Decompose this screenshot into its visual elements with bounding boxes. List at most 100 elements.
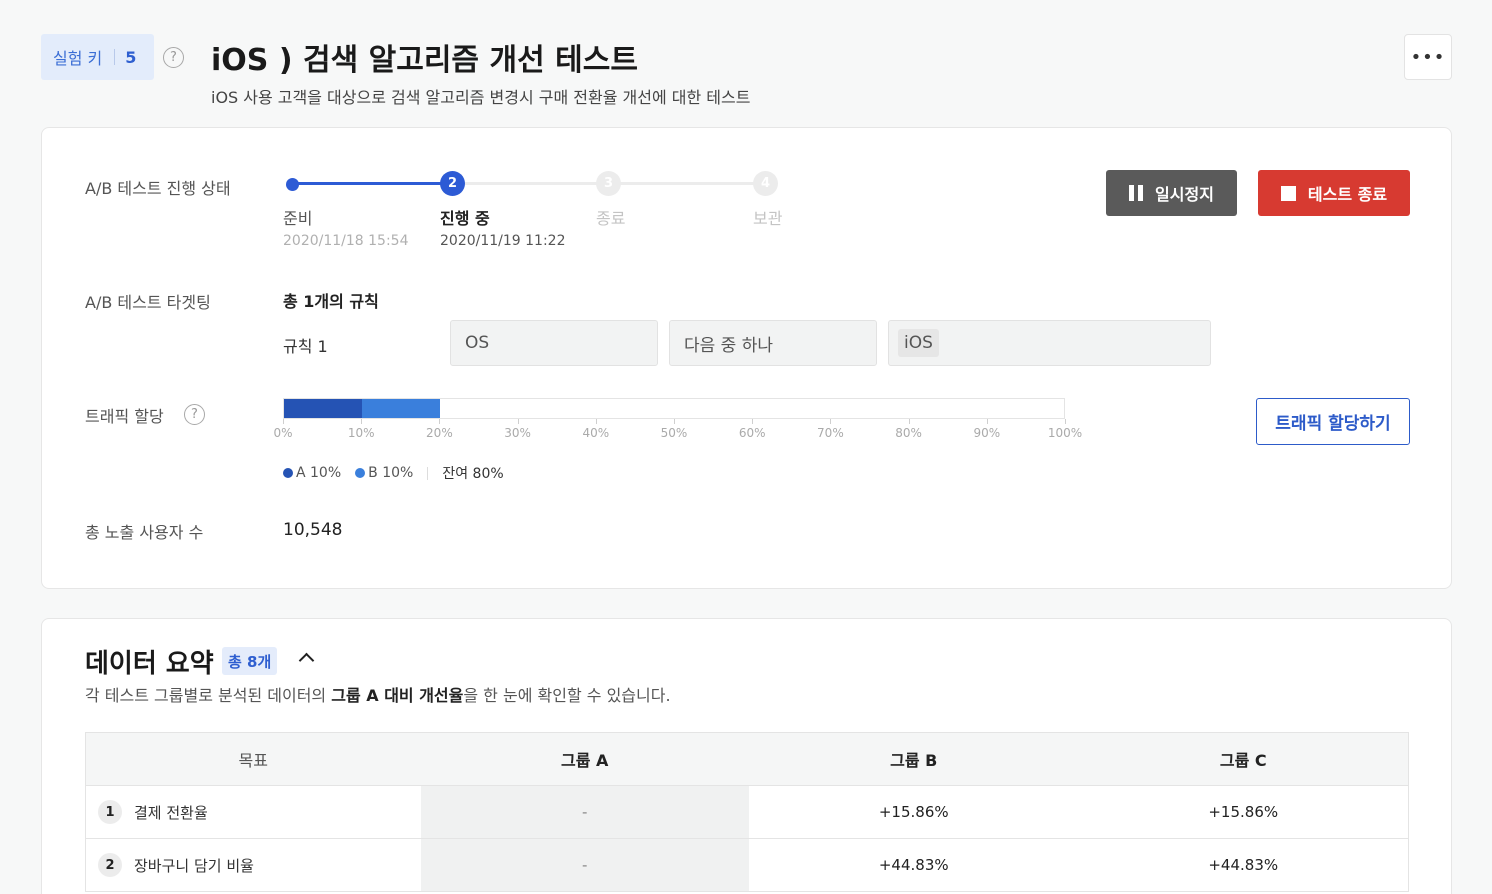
step-name: 진행 중 — [440, 209, 490, 228]
step-name: 종료 — [596, 209, 626, 228]
step-dot-done — [286, 178, 299, 191]
desc-text: 각 테스트 그룹별로 분석된 데이터의 — [85, 686, 332, 705]
tick-mark — [595, 419, 597, 424]
tick-label: 40% — [582, 426, 610, 440]
tick-label: 90% — [973, 426, 1001, 440]
group-c-cell: +44.83% — [1208, 856, 1279, 874]
traffic-label: 트래픽 할당 — [85, 407, 164, 426]
traffic-legend: A 10% B 10% 잔여 80% — [283, 463, 504, 483]
exposure-label: 총 노출 사용자 수 — [85, 523, 204, 542]
legend-b-text: B 10% — [368, 465, 414, 481]
column-header: 목표 — [238, 751, 268, 770]
tick-label: 0% — [273, 426, 293, 440]
end-test-label: 테스트 종료 — [1307, 185, 1388, 204]
traffic-axis: 0% 10% 20% 30% 40% 50% 60% 70% 80% 90% 100% — [273, 419, 1082, 449]
step-date: 2020/11/18 15:54 — [283, 233, 409, 249]
pause-button[interactable]: 일시정지 — [1106, 170, 1237, 216]
rule-label: 규칙 1 — [283, 337, 328, 356]
section-title: 데이터 요약 — [85, 649, 214, 679]
legend-remaining-text: 잔여 80% — [442, 466, 504, 482]
exposure-value: 10,548 — [283, 520, 343, 540]
column-header: 그룹 B — [890, 751, 938, 770]
tick-label: 80% — [895, 426, 922, 440]
desc-bold-text: 그룹 A 대비 개선율 — [331, 686, 464, 705]
rule-field-value: OS — [465, 333, 490, 353]
goal-name: 결제 전환율 — [134, 803, 208, 822]
step-dot-pending: 3 — [596, 171, 621, 196]
rule-field-select[interactable]: OS — [450, 320, 658, 366]
column-header: 그룹 C — [1219, 751, 1267, 770]
divider — [114, 49, 116, 65]
tick-label: 100% — [1047, 426, 1083, 440]
targeting-summary: 총 1개의 규칙 — [283, 292, 379, 311]
goal-cell: 1 결제 전환율 — [86, 786, 421, 838]
table-row[interactable]: 1 결제 전환율 - +15.86% +15.86% — [86, 786, 1408, 839]
more-options-button[interactable]: ••• — [1404, 34, 1452, 80]
help-icon[interactable]: ? — [184, 404, 205, 425]
step-dot-current: 2 — [440, 171, 465, 196]
goal-name: 장바구니 담기 비율 — [134, 856, 254, 875]
rule-operator-select[interactable]: 다음 중 하나 — [669, 320, 877, 366]
tick-mark — [283, 419, 284, 424]
goal-number: 1 — [98, 800, 122, 824]
pause-icon — [1129, 185, 1144, 201]
tick-label: 70% — [817, 426, 844, 440]
group-b-cell: +15.86% — [878, 803, 949, 821]
column-header: 그룹 A — [561, 751, 609, 770]
chevron-up-icon[interactable] — [298, 652, 315, 669]
legend-dot-b — [355, 468, 366, 478]
progress-stepper: 2 3 4 준비 2020/11/18 15:54 진행 중 2020/11/1… — [283, 171, 883, 261]
rule-operator-value: 다음 중 하나 — [684, 335, 774, 356]
rule-value-input[interactable]: iOS — [888, 320, 1211, 366]
end-test-button[interactable]: 테스트 종료 — [1258, 170, 1410, 216]
goal-cell: 2 장바구니 담기 비율 — [86, 839, 421, 891]
tick-mark — [752, 419, 754, 424]
group-a-cell: - — [420, 839, 749, 891]
experiment-key-badge: 실험 키 5 — [41, 34, 154, 80]
tick-label: 20% — [426, 426, 453, 440]
tick-mark — [908, 419, 910, 424]
legend-dot-a — [283, 468, 293, 478]
experiment-key-value: 5 — [125, 47, 137, 67]
tick-mark — [830, 419, 832, 424]
count-badge: 총 8개 — [222, 647, 278, 675]
tick-mark — [517, 419, 519, 424]
step-name: 보관 — [753, 209, 783, 228]
rule-value-chip: iOS — [898, 329, 939, 357]
traffic-segment-a — [284, 399, 362, 418]
tick-label: 50% — [660, 426, 688, 440]
page-subtitle: iOS 사용 고객을 대상으로 검색 알고리즘 변경시 구매 전환율 개선에 대… — [211, 88, 751, 107]
tick-label: 30% — [504, 426, 531, 440]
desc-text: 을 한 눈에 확인할 수 있습니다. — [463, 686, 671, 705]
group-c-cell: +15.86% — [1208, 803, 1279, 821]
allocate-traffic-button[interactable]: 트래픽 할당하기 — [1256, 398, 1410, 445]
more-icon: ••• — [1410, 46, 1446, 68]
tick-mark — [361, 419, 363, 424]
page-title: iOS ) 검색 알고리즘 개선 테스트 — [211, 43, 638, 78]
status-label: A/B 테스트 진행 상태 — [85, 179, 231, 198]
page-header: 실험 키 5 ? iOS ) 검색 알고리즘 개선 테스트 iOS 사용 고객을… — [41, 34, 1452, 114]
step-date: 2020/11/19 11:22 — [440, 233, 566, 249]
stop-icon — [1280, 185, 1296, 201]
data-summary-card: 데이터 요약 총 8개 각 테스트 그룹별로 분석된 데이터의 그룹 A 대비 … — [41, 618, 1452, 894]
legend-a-text: A 10% — [296, 465, 342, 481]
traffic-segment-b — [362, 399, 440, 418]
table-header-row: 목표 그룹 A 그룹 B 그룹 C — [86, 733, 1408, 786]
section-description: 각 테스트 그룹별로 분석된 데이터의 그룹 A 대비 개선율을 한 눈에 확인… — [85, 682, 671, 706]
step-name: 준비 — [283, 209, 313, 228]
goal-number: 2 — [98, 853, 122, 877]
step-dot-pending: 4 — [753, 171, 778, 196]
tick-mark — [439, 419, 441, 424]
tick-label: 10% — [347, 426, 375, 440]
divider — [427, 466, 429, 480]
group-b-cell: +44.83% — [878, 856, 949, 874]
table-row[interactable]: 2 장바구니 담기 비율 - +44.83% +44.83% — [86, 839, 1408, 892]
tick-mark — [674, 419, 675, 424]
group-a-cell: - — [420, 786, 749, 838]
tick-label: 60% — [738, 426, 766, 440]
step-line-done — [291, 182, 447, 185]
traffic-allocation-bar — [283, 398, 1065, 419]
experiment-key-label: 실험 키 — [53, 49, 103, 68]
help-icon[interactable]: ? — [163, 47, 184, 68]
tick-mark — [986, 419, 988, 424]
